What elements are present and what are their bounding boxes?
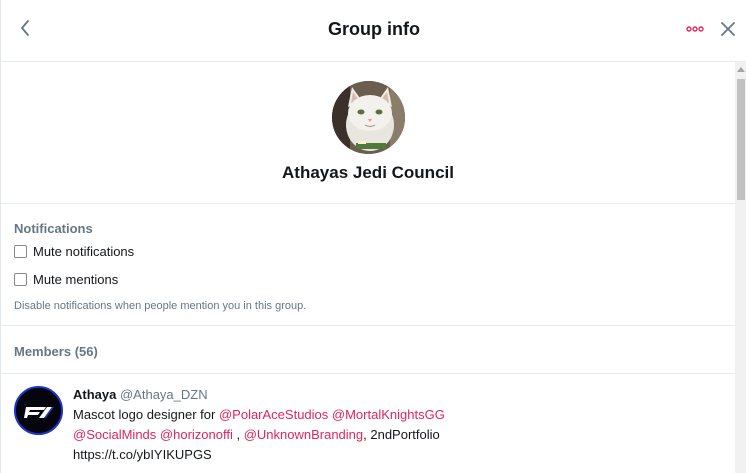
mute-notifications-checkbox[interactable] bbox=[14, 245, 27, 258]
member-handle[interactable]: @Athaya_DZN bbox=[120, 387, 208, 402]
notifications-title: Notifications bbox=[14, 221, 93, 236]
logo-avatar-image bbox=[24, 407, 54, 418]
bio-url-link[interactable]: https://t.co/ybIYIKUPGS bbox=[73, 447, 212, 462]
group-info-content: Athayas Jedi Council Notifications Mute … bbox=[1, 62, 735, 473]
mute-notifications-option[interactable]: Mute notifications bbox=[14, 244, 134, 259]
member-info: Athaya @Athaya_DZN Mascot logo designer … bbox=[73, 385, 523, 465]
mute-notifications-label: Mute notifications bbox=[33, 244, 135, 259]
mute-mentions-label: Mute mentions bbox=[33, 272, 119, 287]
more-horizontal-icon bbox=[686, 26, 704, 32]
mute-mentions-hint: Disable notifications when people mentio… bbox=[14, 300, 307, 312]
scroll-up-arrow-icon[interactable] bbox=[735, 62, 746, 76]
members-header: Members (56) bbox=[1, 326, 735, 374]
mention-link[interactable]: @PolarAceStudios bbox=[219, 407, 328, 422]
cat-avatar-image bbox=[332, 81, 405, 154]
group-avatar bbox=[332, 81, 405, 154]
mention-link[interactable]: @UnknownBranding bbox=[244, 427, 363, 442]
more-options-button[interactable] bbox=[684, 22, 706, 36]
group-name: Athayas Jedi Council bbox=[282, 163, 454, 182]
scrollbar[interactable] bbox=[735, 62, 746, 473]
page-title: Group info bbox=[328, 19, 420, 39]
member-avatar[interactable] bbox=[14, 386, 63, 435]
group-info-window: Group info Athayas Jedi Council Notifica… bbox=[0, 0, 746, 473]
mention-link[interactable]: @MortalKnightsGG bbox=[332, 407, 445, 422]
member-name[interactable]: Athaya bbox=[73, 387, 116, 402]
header: Group info bbox=[1, 0, 746, 62]
mute-mentions-checkbox[interactable] bbox=[14, 273, 27, 286]
mention-link[interactable]: @horizonoffi bbox=[160, 427, 233, 442]
member-row[interactable]: Athaya @Athaya_DZN Mascot logo designer … bbox=[1, 374, 735, 473]
mute-mentions-option[interactable]: Mute mentions bbox=[14, 272, 118, 287]
notifications-section: Notifications Mute notifications Mute me… bbox=[1, 204, 735, 326]
group-profile: Athayas Jedi Council bbox=[1, 62, 735, 204]
mention-link[interactable]: @SocialMinds bbox=[73, 427, 156, 442]
member-name-line: Athaya @Athaya_DZN bbox=[73, 385, 523, 405]
close-button[interactable] bbox=[719, 20, 737, 38]
member-bio-prefix: Mascot logo designer for bbox=[73, 407, 219, 422]
members-title: Members (56) bbox=[14, 344, 98, 359]
member-bio-suffix: , 2ndPortfolio bbox=[363, 427, 440, 442]
close-icon bbox=[721, 22, 735, 36]
member-bio: Mascot logo designer for @PolarAceStudio… bbox=[73, 405, 523, 465]
member-bio-separator: , bbox=[232, 427, 244, 442]
scrollbar-thumb[interactable] bbox=[737, 79, 745, 200]
